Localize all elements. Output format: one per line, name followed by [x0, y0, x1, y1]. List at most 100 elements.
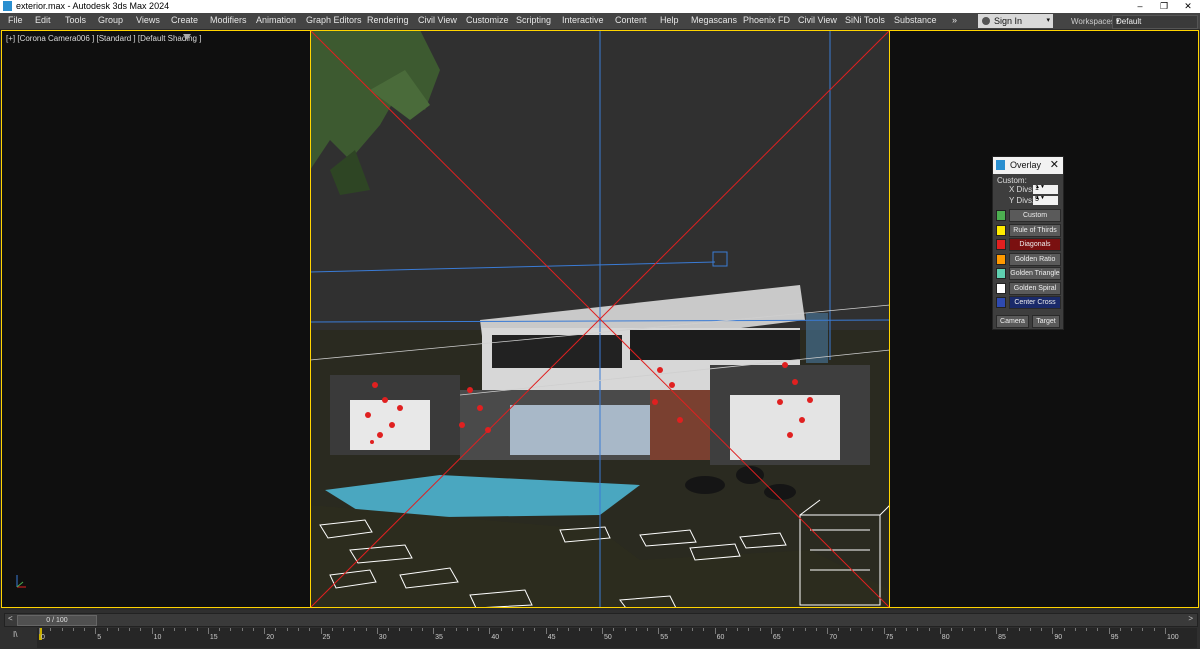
track-tick — [523, 628, 525, 631]
close-button[interactable]: ✕ — [1176, 0, 1200, 13]
track-tick — [737, 628, 739, 631]
wood-panel — [650, 390, 710, 460]
menu-civil-view-2[interactable]: Civil View — [798, 15, 837, 25]
golden-spiral-button[interactable]: Golden Spiral — [1009, 282, 1061, 295]
menu-megascans[interactable]: Megascans — [691, 15, 737, 25]
track-tick-label: 55 — [660, 634, 669, 641]
menu-create[interactable]: Create — [171, 15, 198, 25]
track-tick-label: 60 — [716, 634, 725, 641]
sign-in-button[interactable]: Sign In ▾ — [978, 14, 1053, 28]
track-tick — [1142, 628, 1144, 631]
overlay-row-diagonals: Diagonals — [995, 238, 1061, 251]
center-cross-button[interactable]: Center Cross — [1009, 296, 1061, 309]
menu-overflow-button[interactable]: » — [952, 15, 957, 25]
viewport-label[interactable]: [+] [Corona Camera006 ] [Standard ] [Def… — [6, 34, 201, 43]
menu-tools[interactable]: Tools — [65, 15, 86, 25]
user-icon — [982, 17, 990, 25]
track-tick — [613, 628, 615, 631]
track-tick-label: 0 — [41, 634, 45, 641]
minimize-button[interactable]: – — [1128, 0, 1152, 13]
track-tick — [748, 628, 750, 631]
track-tick — [782, 628, 784, 631]
golden-triangle-button[interactable]: Golden Triangle — [1009, 267, 1061, 280]
golden-ratio-button[interactable]: Golden Ratio — [1009, 253, 1061, 266]
overlay-row-golden-spiral: Golden Spiral — [995, 282, 1061, 295]
spinner-arrows-icon[interactable]: ▲▼ — [1035, 196, 1057, 201]
camera-button[interactable]: Camera — [996, 315, 1029, 328]
menu-substance[interactable]: Substance — [894, 15, 937, 25]
track-tick-label: 65 — [772, 634, 781, 641]
diagonals-button[interactable]: Diagonals — [1009, 238, 1061, 251]
track-tick-label: 20 — [266, 634, 274, 641]
menu-content[interactable]: Content — [615, 15, 647, 25]
track-tick-label: 35 — [435, 634, 443, 641]
target-button[interactable]: Target — [1032, 315, 1060, 328]
menu-edit[interactable]: Edit — [35, 15, 51, 25]
y-divs-spinner[interactable]: 5 ▲▼ — [1033, 196, 1058, 205]
menu-phoenix-fd[interactable]: Phoenix FD — [743, 15, 790, 25]
scene-render[interactable] — [310, 30, 890, 608]
track-tick-label: 50 — [604, 634, 612, 641]
custom-button[interactable]: Custom — [1009, 209, 1061, 222]
menu-views[interactable]: Views — [136, 15, 160, 25]
track-tick — [793, 628, 795, 631]
workspaces-label: Workspaces: — [1071, 17, 1118, 26]
rule-of-thirds-button[interactable]: Rule of Thirds — [1009, 224, 1061, 237]
menu-scripting[interactable]: Scripting — [516, 15, 551, 25]
menu-graph-editors[interactable]: Graph Editors — [306, 15, 362, 25]
track-tick — [1074, 628, 1076, 631]
workspaces-select[interactable]: Default ▾ — [1112, 15, 1198, 29]
time-slider[interactable]: < 0 / 100 > — [4, 613, 1198, 627]
track-tick — [151, 628, 153, 634]
overlay-header[interactable]: Overlay ✕ — [993, 157, 1063, 174]
color-swatch[interactable] — [996, 283, 1006, 294]
color-swatch[interactable] — [996, 225, 1006, 236]
color-swatch[interactable] — [996, 254, 1006, 265]
track-tick — [917, 628, 919, 631]
restore-button[interactable]: ❐ — [1152, 0, 1176, 13]
x-divs-label: X Divs: — [1009, 185, 1035, 194]
menu-help[interactable]: Help — [660, 15, 679, 25]
track-tick — [815, 628, 817, 631]
track-tick — [39, 628, 40, 634]
color-swatch[interactable] — [996, 268, 1006, 279]
track-tick-label: 25 — [322, 634, 331, 641]
menu-civil-view[interactable]: Civil View — [418, 15, 457, 25]
time-slider-thumb[interactable]: 0 / 100 — [17, 615, 97, 626]
menu-customize[interactable]: Customize — [466, 15, 509, 25]
track-tick — [1063, 628, 1065, 631]
track-tick — [759, 628, 761, 631]
chevron-down-icon: ▾ — [1046, 17, 1050, 24]
track-bar[interactable]: 0 5 10 15 20 25 30 35 40 45 50 55 60 65 70 75 80 85 90 95 10… — [37, 628, 1197, 648]
close-icon[interactable]: ✕ — [1050, 158, 1059, 171]
menu-rendering[interactable]: Rendering — [367, 15, 409, 25]
filter-icon[interactable] — [183, 34, 191, 40]
track-tick — [84, 628, 86, 631]
track-tick-label: 40 — [491, 634, 500, 641]
track-tick — [185, 628, 187, 631]
menu-modifiers[interactable]: Modifiers — [210, 15, 247, 25]
spinner-arrows-icon[interactable]: ▲▼ — [1035, 185, 1057, 190]
track-tick-label: 15 — [209, 634, 218, 641]
color-swatch[interactable] — [996, 210, 1006, 221]
next-frame-button[interactable]: > — [1188, 614, 1193, 623]
track-tick — [692, 628, 694, 631]
track-tick — [827, 628, 829, 634]
menu-animation[interactable]: Animation — [256, 15, 296, 25]
track-tick — [590, 628, 592, 631]
color-swatch[interactable] — [996, 239, 1006, 250]
key-mode-icon[interactable]: I\ — [13, 630, 17, 639]
track-tick-label: 90 — [1054, 634, 1063, 641]
overlay-row-center-cross: Center Cross — [995, 296, 1061, 309]
menu-sini-tools[interactable]: SiNi Tools — [845, 15, 885, 25]
menu-group[interactable]: Group — [98, 15, 123, 25]
color-swatch[interactable] — [996, 297, 1006, 308]
menu-file[interactable]: File — [8, 15, 23, 25]
x-divs-spinner[interactable]: 1 ▲▼ — [1033, 185, 1058, 194]
window-title: exterior.max - Autodesk 3ds Max 2024 — [16, 1, 170, 11]
track-tick — [1153, 628, 1155, 631]
prev-frame-button[interactable]: < — [8, 614, 13, 623]
track-tick — [478, 628, 480, 631]
menu-interactive[interactable]: Interactive — [562, 15, 604, 25]
track-tick — [140, 628, 142, 631]
